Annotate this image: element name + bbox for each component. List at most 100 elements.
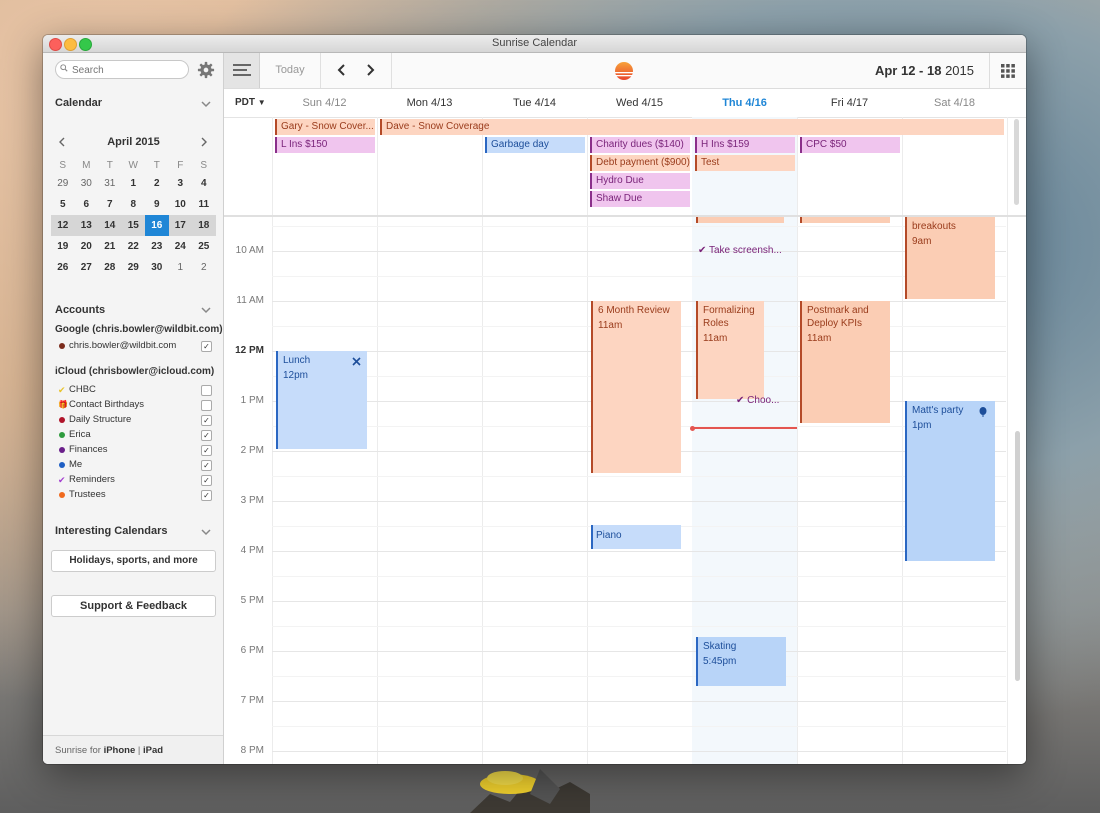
sidebar-toggle-button[interactable]	[224, 53, 260, 88]
day-column-header[interactable]: Mon 4/13	[377, 89, 482, 117]
mini-calendar-day[interactable]: 16	[145, 215, 169, 236]
all-day-event[interactable]: CPC $50	[800, 137, 900, 153]
view-switcher-button[interactable]	[989, 53, 1026, 88]
mini-calendar-day[interactable]: 22	[122, 236, 146, 257]
chevron-down-icon[interactable]	[201, 305, 211, 315]
calendar-toggle-item[interactable]: ✔ CHBC	[58, 383, 214, 397]
chevron-right-icon[interactable]	[199, 137, 209, 147]
calendar-checkbox[interactable]	[201, 400, 212, 411]
iphone-link[interactable]: iPhone	[104, 745, 136, 756]
event-lunch[interactable]: Lunch 12pm	[276, 351, 367, 449]
close-window-button[interactable]	[49, 38, 62, 51]
calendar-toggle-item[interactable]: 🎁 Contact Birthdays	[58, 398, 214, 412]
calendar-toggle-item[interactable]: chris.bowler@wildbit.com ✓	[59, 339, 214, 353]
mini-calendar-day[interactable]: 20	[75, 236, 99, 257]
all-day-scrollbar[interactable]	[1014, 119, 1019, 205]
mini-calendar-day[interactable]: 11	[192, 194, 216, 215]
all-day-event[interactable]: L Ins $150	[275, 137, 375, 153]
mini-calendar-day[interactable]: 10	[169, 194, 193, 215]
all-day-event[interactable]: Dave - Snow Coverage	[380, 119, 1004, 135]
time-grid-scrollbar[interactable]	[1015, 431, 1020, 681]
minimize-window-button[interactable]	[64, 38, 77, 51]
mini-calendar-day[interactable]: 27	[75, 257, 99, 278]
mini-calendar-day[interactable]: 29	[122, 257, 146, 278]
event-formalizing-roles[interactable]: Formalizing Roles 11am	[696, 301, 764, 399]
day-column-header[interactable]: Wed 4/15	[587, 89, 692, 117]
all-day-event[interactable]: Charity dues ($140)	[590, 137, 690, 153]
day-column-header[interactable]: Fri 4/17	[797, 89, 902, 117]
all-day-event[interactable]: H Ins $159	[695, 137, 795, 153]
mini-calendar-day[interactable]: 26	[51, 257, 75, 278]
calendar-toggle-item[interactable]: Finances ✓	[59, 443, 214, 457]
event-matts-party[interactable]: Matt's party 1pm	[905, 401, 995, 561]
search-box[interactable]	[55, 60, 189, 79]
today-button[interactable]: Today	[260, 53, 321, 88]
mini-calendar-day[interactable]: 13	[75, 215, 99, 236]
reminder-choo[interactable]: ✔ Choo...	[736, 395, 779, 406]
zoom-window-button[interactable]	[79, 38, 92, 51]
event-postmark-deploy-kpis[interactable]: Postmark and Deploy KPIs 11am	[800, 301, 890, 423]
support-feedback-button[interactable]: Support & Feedback	[51, 595, 216, 617]
day-column-header[interactable]: Thu 4/16	[692, 89, 797, 117]
calendar-toggle-item[interactable]: Erica ✓	[59, 428, 214, 442]
mini-calendar-day[interactable]: 2	[145, 173, 169, 194]
gear-icon[interactable]	[197, 61, 215, 79]
calendar-checkbox[interactable]: ✓	[201, 341, 212, 352]
calendar-checkbox[interactable]: ✓	[201, 430, 212, 441]
holidays-sports-button[interactable]: Holidays, sports, and more	[51, 550, 216, 572]
event-skating[interactable]: Skating 5:45pm	[696, 637, 786, 686]
chevron-down-icon[interactable]	[201, 99, 211, 109]
mini-calendar-day[interactable]: 7	[98, 194, 122, 215]
mini-calendar-day[interactable]: 12	[51, 215, 75, 236]
mini-calendar-day[interactable]: 5	[51, 194, 75, 215]
mini-calendar-day[interactable]: 25	[192, 236, 216, 257]
event-6-month-review[interactable]: 6 Month Review 11am	[591, 301, 681, 473]
mini-calendar-day[interactable]: 6	[75, 194, 99, 215]
mini-calendar-day[interactable]: 4	[192, 173, 216, 194]
mini-calendar-day[interactable]: 17	[169, 215, 193, 236]
day-column-header[interactable]: Sun 4/12	[272, 89, 377, 117]
all-day-event[interactable]: Shaw Due	[590, 191, 690, 207]
event-breakouts[interactable]: breakouts 9am	[905, 217, 995, 299]
timezone-selector[interactable]: PDT ▼	[235, 89, 266, 117]
previous-week-button[interactable]	[335, 63, 349, 77]
day-column-header[interactable]: Tue 4/14	[482, 89, 587, 117]
event-piano[interactable]: Piano	[591, 525, 681, 549]
ipad-link[interactable]: iPad	[143, 745, 163, 756]
all-day-event[interactable]: Test	[695, 155, 795, 171]
mini-calendar-day[interactable]: 30	[145, 257, 169, 278]
all-day-event[interactable]: Debt payment ($900)	[590, 155, 690, 171]
calendar-toggle-item[interactable]: Me ✓	[59, 458, 214, 472]
mini-calendar-day[interactable]: 3	[169, 173, 193, 194]
calendar-toggle-item[interactable]: Daily Structure ✓	[59, 413, 214, 427]
calendar-checkbox[interactable]: ✓	[201, 475, 212, 486]
mini-calendar-day[interactable]: 1	[122, 173, 146, 194]
mini-calendar-day[interactable]: 14	[98, 215, 122, 236]
calendar-checkbox[interactable]: ✓	[201, 415, 212, 426]
calendar-checkbox[interactable]: ✓	[201, 490, 212, 501]
mini-calendar-day[interactable]: 31	[98, 173, 122, 194]
mini-calendar-day[interactable]: 15	[122, 215, 146, 236]
calendar-toggle-item[interactable]: Trustees ✓	[59, 488, 214, 502]
event-continued-top[interactable]	[800, 217, 890, 223]
mini-calendar-day[interactable]: 28	[98, 257, 122, 278]
mini-calendar-day[interactable]: 2	[192, 257, 216, 278]
event-continued-top[interactable]	[696, 217, 784, 223]
all-day-event[interactable]: Garbage day	[485, 137, 585, 153]
mini-calendar-day[interactable]: 29	[51, 173, 75, 194]
mini-calendar-day[interactable]: 24	[169, 236, 193, 257]
calendar-checkbox[interactable]: ✓	[201, 445, 212, 456]
all-day-event[interactable]: Gary - Snow Cover...	[275, 119, 375, 135]
mini-calendar-day[interactable]: 30	[75, 173, 99, 194]
mini-calendar-day[interactable]: 1	[169, 257, 193, 278]
mini-calendar-day[interactable]: 18	[192, 215, 216, 236]
calendar-checkbox[interactable]: ✓	[201, 460, 212, 471]
chevron-down-icon[interactable]	[201, 527, 211, 537]
calendar-toggle-item[interactable]: ✔ Reminders ✓	[58, 473, 214, 487]
mini-calendar-day[interactable]: 19	[51, 236, 75, 257]
mini-calendar-day[interactable]: 21	[98, 236, 122, 257]
calendar-checkbox[interactable]	[201, 385, 212, 396]
all-day-event[interactable]: Hydro Due	[590, 173, 690, 189]
mini-calendar-day[interactable]: 23	[145, 236, 169, 257]
next-week-button[interactable]	[363, 63, 377, 77]
